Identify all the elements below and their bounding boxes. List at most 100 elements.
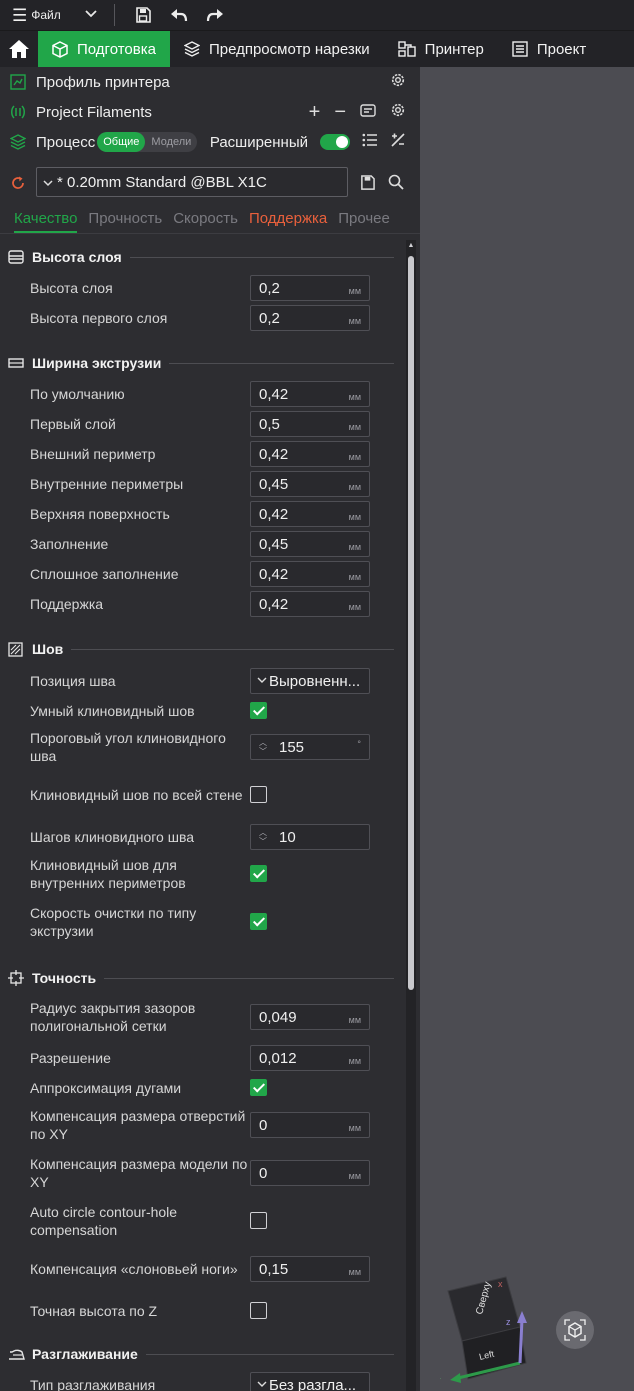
category-divider bbox=[0, 233, 420, 234]
field-value: Выровненн... bbox=[269, 672, 361, 690]
category-tab-strength[interactable]: Прочность bbox=[88, 210, 162, 233]
axis-x-label: x bbox=[498, 1279, 503, 1289]
option-auto-circle-compensation: Auto circle contour-hole compensation bbox=[30, 1200, 370, 1242]
section-ironing: Разглаживание bbox=[8, 1343, 394, 1365]
arc-fitting-checkbox[interactable] bbox=[250, 1079, 267, 1096]
pill-common[interactable]: Общие bbox=[97, 132, 146, 152]
option-label: Точная высота по Z bbox=[30, 1303, 158, 1319]
smart-scarf-checkbox[interactable] bbox=[250, 702, 267, 719]
reset-arrow-icon[interactable] bbox=[10, 175, 26, 196]
filament-icon bbox=[0, 104, 36, 120]
redo-icon bbox=[206, 9, 223, 22]
process-scope-switch[interactable]: Общие Модели bbox=[97, 132, 198, 152]
ironing-icon bbox=[8, 1348, 28, 1361]
main-tab-bar: Подготовка Предпросмотр нарезки Принтер … bbox=[0, 31, 634, 67]
preset-name: * 0.20mm Standard @BBL X1C bbox=[57, 173, 267, 191]
field-value: 155 bbox=[279, 738, 305, 756]
process-row: Процесс Общие Модели Расширенный bbox=[0, 127, 420, 157]
sync-filament-icon[interactable] bbox=[360, 102, 376, 123]
resolution-input[interactable]: 0,012 мм bbox=[250, 1045, 370, 1071]
hamburger-icon: ☰ bbox=[12, 5, 28, 25]
category-tab-support[interactable]: Поддержка bbox=[249, 210, 327, 233]
scarf-inner-walls-checkbox[interactable] bbox=[250, 865, 267, 882]
section-divider bbox=[104, 977, 394, 979]
printer-profile-row[interactable]: Профиль принтера bbox=[0, 67, 420, 97]
process-preset-dropdown[interactable]: * 0.20mm Standard @BBL X1C bbox=[36, 167, 348, 197]
option-scarf-inner-walls: Клиновидный шов для внутренних периметро… bbox=[30, 853, 370, 895]
precise-z-checkbox[interactable] bbox=[250, 1302, 267, 1319]
field-value: 0,049 bbox=[259, 1008, 297, 1026]
settings-scrollbar[interactable]: ▲ bbox=[406, 240, 416, 1391]
process-label: Процесс bbox=[36, 133, 96, 151]
scarf-angle-spinbox[interactable]: ︿ ﹀ 155 ° bbox=[250, 734, 370, 760]
list-view-icon[interactable] bbox=[362, 133, 378, 152]
file-menu-button[interactable]: ☰ Файл bbox=[0, 0, 110, 31]
field-value: 0,012 bbox=[259, 1049, 297, 1067]
option-seam-position-row: Позиция шва Выровненн... bbox=[30, 666, 370, 696]
filaments-label: Project Filaments bbox=[36, 103, 152, 121]
option-label: Компенсация «слоновьей ноги» bbox=[30, 1261, 238, 1277]
tab-project[interactable]: Проект bbox=[498, 31, 600, 67]
search-icon[interactable] bbox=[388, 174, 404, 195]
tab-prepare[interactable]: Подготовка bbox=[38, 31, 170, 67]
file-menu-label: Файл bbox=[31, 8, 61, 22]
spin-arrows-icon[interactable]: ︿ ﹀ bbox=[255, 825, 271, 849]
device-icon bbox=[397, 41, 416, 57]
field-unit: мм bbox=[348, 1266, 361, 1277]
save-preset-icon[interactable] bbox=[360, 175, 375, 195]
save-project-button[interactable] bbox=[125, 0, 161, 31]
option-smart-scarf: Умный клиновидный шов bbox=[30, 696, 370, 726]
remove-filament-minus-icon[interactable]: − bbox=[334, 102, 346, 122]
wipe-speed-checkbox[interactable] bbox=[250, 913, 267, 930]
category-tab-others[interactable]: Прочее bbox=[338, 210, 390, 233]
undo-button[interactable] bbox=[161, 0, 197, 31]
save-icon bbox=[136, 7, 151, 23]
filaments-row[interactable]: Project Filaments + − bbox=[0, 97, 420, 127]
xy-hole-compensation-input[interactable]: 0 мм bbox=[250, 1112, 370, 1138]
section-divider bbox=[145, 1353, 394, 1355]
reset-view-button[interactable] bbox=[556, 1311, 594, 1349]
tab-label: Подготовка bbox=[77, 40, 156, 58]
option-label: Auto circle contour-hole compensation bbox=[30, 1204, 178, 1238]
auto-circle-compensation-checkbox[interactable] bbox=[250, 1212, 267, 1229]
xy-contour-compensation-input[interactable]: 0 мм bbox=[250, 1160, 370, 1186]
advanced-mode-toggle[interactable] bbox=[320, 134, 350, 150]
tab-device[interactable]: Принтер bbox=[384, 31, 498, 67]
filament-settings-gear-icon[interactable] bbox=[390, 102, 406, 123]
option-xy-hole-compensation: Компенсация размера отверстий по XY 0 мм bbox=[30, 1104, 370, 1146]
tab-preview[interactable]: Предпросмотр нарезки bbox=[170, 31, 384, 67]
scrollbar-thumb[interactable] bbox=[408, 256, 414, 990]
scroll-up-arrow-icon[interactable]: ▲ bbox=[406, 242, 416, 249]
project-icon bbox=[512, 41, 528, 57]
printer-settings-gear-icon[interactable] bbox=[390, 72, 406, 93]
chevron-down-icon bbox=[257, 1380, 267, 1391]
option-label: Пороговый угол клиновидного шва bbox=[30, 730, 226, 764]
process-preset-row: * 0.20mm Standard @BBL X1C bbox=[0, 165, 420, 201]
3d-viewport[interactable]: Сверху Left x y z bbox=[420, 67, 634, 1391]
scarf-steps-spinbox[interactable]: ︿ ﹀ 10 bbox=[250, 824, 370, 850]
option-label: Позиция шва bbox=[30, 673, 116, 689]
redo-button[interactable] bbox=[197, 0, 233, 31]
ironing-type-dropdown[interactable]: Без разгла... bbox=[250, 1372, 370, 1391]
tab-label: Предпросмотр нарезки bbox=[208, 40, 370, 58]
field-value: 0 bbox=[259, 1116, 268, 1134]
option-label: Тип разглаживания bbox=[30, 1377, 156, 1391]
elephant-foot-input[interactable]: 0,15 мм bbox=[250, 1256, 370, 1282]
slice-closing-radius-input[interactable]: 0,049 мм bbox=[250, 1004, 370, 1030]
process-layers-icon bbox=[0, 134, 36, 150]
field-value: 10 bbox=[279, 828, 296, 846]
pill-models[interactable]: Модели bbox=[145, 132, 197, 152]
category-tab-quality[interactable]: Качество bbox=[14, 210, 78, 233]
option-label: Скорость очистки по типу экструзии bbox=[30, 905, 197, 939]
home-button[interactable] bbox=[0, 31, 38, 67]
field-value: 0,15 bbox=[259, 1260, 289, 1278]
category-tab-speed[interactable]: Скорость bbox=[173, 210, 238, 233]
undo-icon bbox=[171, 9, 188, 22]
seam-position-dropdown[interactable]: Выровненн... bbox=[250, 668, 370, 694]
add-filament-plus-icon[interactable]: + bbox=[309, 102, 321, 122]
spin-arrows-icon[interactable]: ︿ ﹀ bbox=[255, 735, 271, 759]
navigation-cube[interactable]: Сверху Left x y z bbox=[435, 1267, 530, 1387]
option-label: Клиновидный шов по всей стене bbox=[30, 787, 243, 803]
scarf-entire-wall-checkbox[interactable] bbox=[250, 786, 267, 803]
compare-percent-icon[interactable] bbox=[390, 132, 406, 153]
